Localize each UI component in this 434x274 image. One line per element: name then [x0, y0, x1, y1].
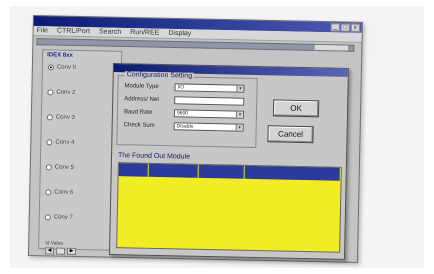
check-sum-select[interactable]: Disable ▼ [173, 122, 244, 132]
radio-icon[interactable] [44, 214, 51, 221]
menu-run[interactable]: Run/REE [130, 29, 159, 37]
module-type-select[interactable]: I/O ▼ [174, 83, 245, 93]
menu-ctrl-port[interactable]: CTRL/Port [57, 28, 90, 36]
configuration-group-title: Configuration Setting [124, 71, 195, 80]
module-type-value: I/O [177, 84, 185, 91]
field-row-module-type: Module Type I/O ▼ [124, 82, 245, 93]
close-button[interactable]: x [350, 23, 360, 32]
address-input[interactable] [174, 96, 245, 106]
radio-icon[interactable] [46, 114, 53, 121]
baud-rate-select[interactable]: 9600 ▼ [173, 109, 245, 119]
table-cell [118, 194, 148, 201]
radio-item[interactable]: Conv 6 [45, 189, 73, 196]
column-header[interactable] [198, 164, 245, 179]
radio-item[interactable]: Conv 5 [45, 164, 74, 171]
chevron-down-icon[interactable]: ▼ [235, 124, 243, 131]
table-cell [148, 195, 198, 202]
minimize-button[interactable]: _ [330, 23, 340, 32]
scroll-controls: ◀ ▶ [44, 247, 77, 255]
side-panel-title: IDEX 8xx [47, 52, 73, 59]
radio-item[interactable]: Conv 3 [46, 114, 75, 121]
scroll-left-icon[interactable]: ◀ [44, 247, 55, 255]
radio-icon[interactable] [45, 189, 52, 196]
baud-rate-value: 9600 [176, 110, 189, 117]
menu-search[interactable]: Search [99, 28, 121, 35]
table-cell [244, 197, 340, 205]
chevron-down-icon[interactable]: ▼ [236, 85, 244, 92]
chevron-down-icon[interactable]: ▼ [235, 111, 244, 118]
radio-item[interactable]: Conv 7 [44, 214, 73, 221]
radio-selected-icon[interactable] [47, 64, 54, 71]
check-sum-value: Disable [176, 123, 194, 130]
found-modules-title: The Found Out Module [117, 152, 191, 161]
radio-label: Conv 6 [54, 189, 74, 196]
field-row-baud-rate: Baud Rate 9600 ▼ [123, 108, 245, 119]
radio-icon[interactable] [47, 89, 54, 96]
table-cell [198, 196, 244, 203]
scroll-right-icon[interactable]: ▶ [66, 247, 77, 255]
column-header[interactable] [118, 163, 149, 177]
radio-icon[interactable] [46, 139, 53, 146]
configuration-group: Configuration Setting Module Type I/O ▼ A… [116, 71, 258, 149]
radio-label: Conv 4 [55, 139, 75, 146]
radio-label: Conv 7 [53, 214, 73, 221]
column-header[interactable] [148, 163, 199, 178]
radio-item[interactable]: Conv II [47, 64, 76, 71]
radio-label: Conv 2 [56, 89, 76, 96]
module-type-label: Module Type [124, 83, 159, 90]
maximize-button[interactable]: □ [340, 23, 350, 32]
menu-file[interactable]: File [37, 27, 48, 34]
radio-label: Conv 5 [54, 164, 74, 171]
found-modules-table[interactable] [116, 162, 342, 253]
baud-rate-label: Baud Rate [123, 109, 153, 116]
cancel-button[interactable]: Cancel [267, 125, 314, 144]
toolbar-label [313, 43, 350, 52]
check-sum-label: Check Sum [123, 122, 155, 129]
radio-item[interactable]: Conv 2 [47, 89, 75, 96]
scroll-label: Id Value [45, 240, 64, 247]
radio-item[interactable]: Conv 4 [46, 139, 74, 146]
scroll-value-box[interactable] [55, 247, 66, 255]
config-dialog: Configuration Setting Module Type I/O ▼ A… [108, 63, 349, 260]
field-row-check-sum: Check Sum Disable ▼ [124, 121, 244, 132]
field-row-address: Address/ Net [124, 95, 245, 106]
radio-label: Conv 3 [55, 114, 75, 121]
ok-button[interactable]: OK [272, 99, 320, 118]
address-label: Address/ Net [124, 96, 159, 103]
radio-label: Conv II [56, 64, 76, 71]
menu-display[interactable]: Display [168, 30, 191, 37]
radio-icon[interactable] [45, 164, 52, 171]
